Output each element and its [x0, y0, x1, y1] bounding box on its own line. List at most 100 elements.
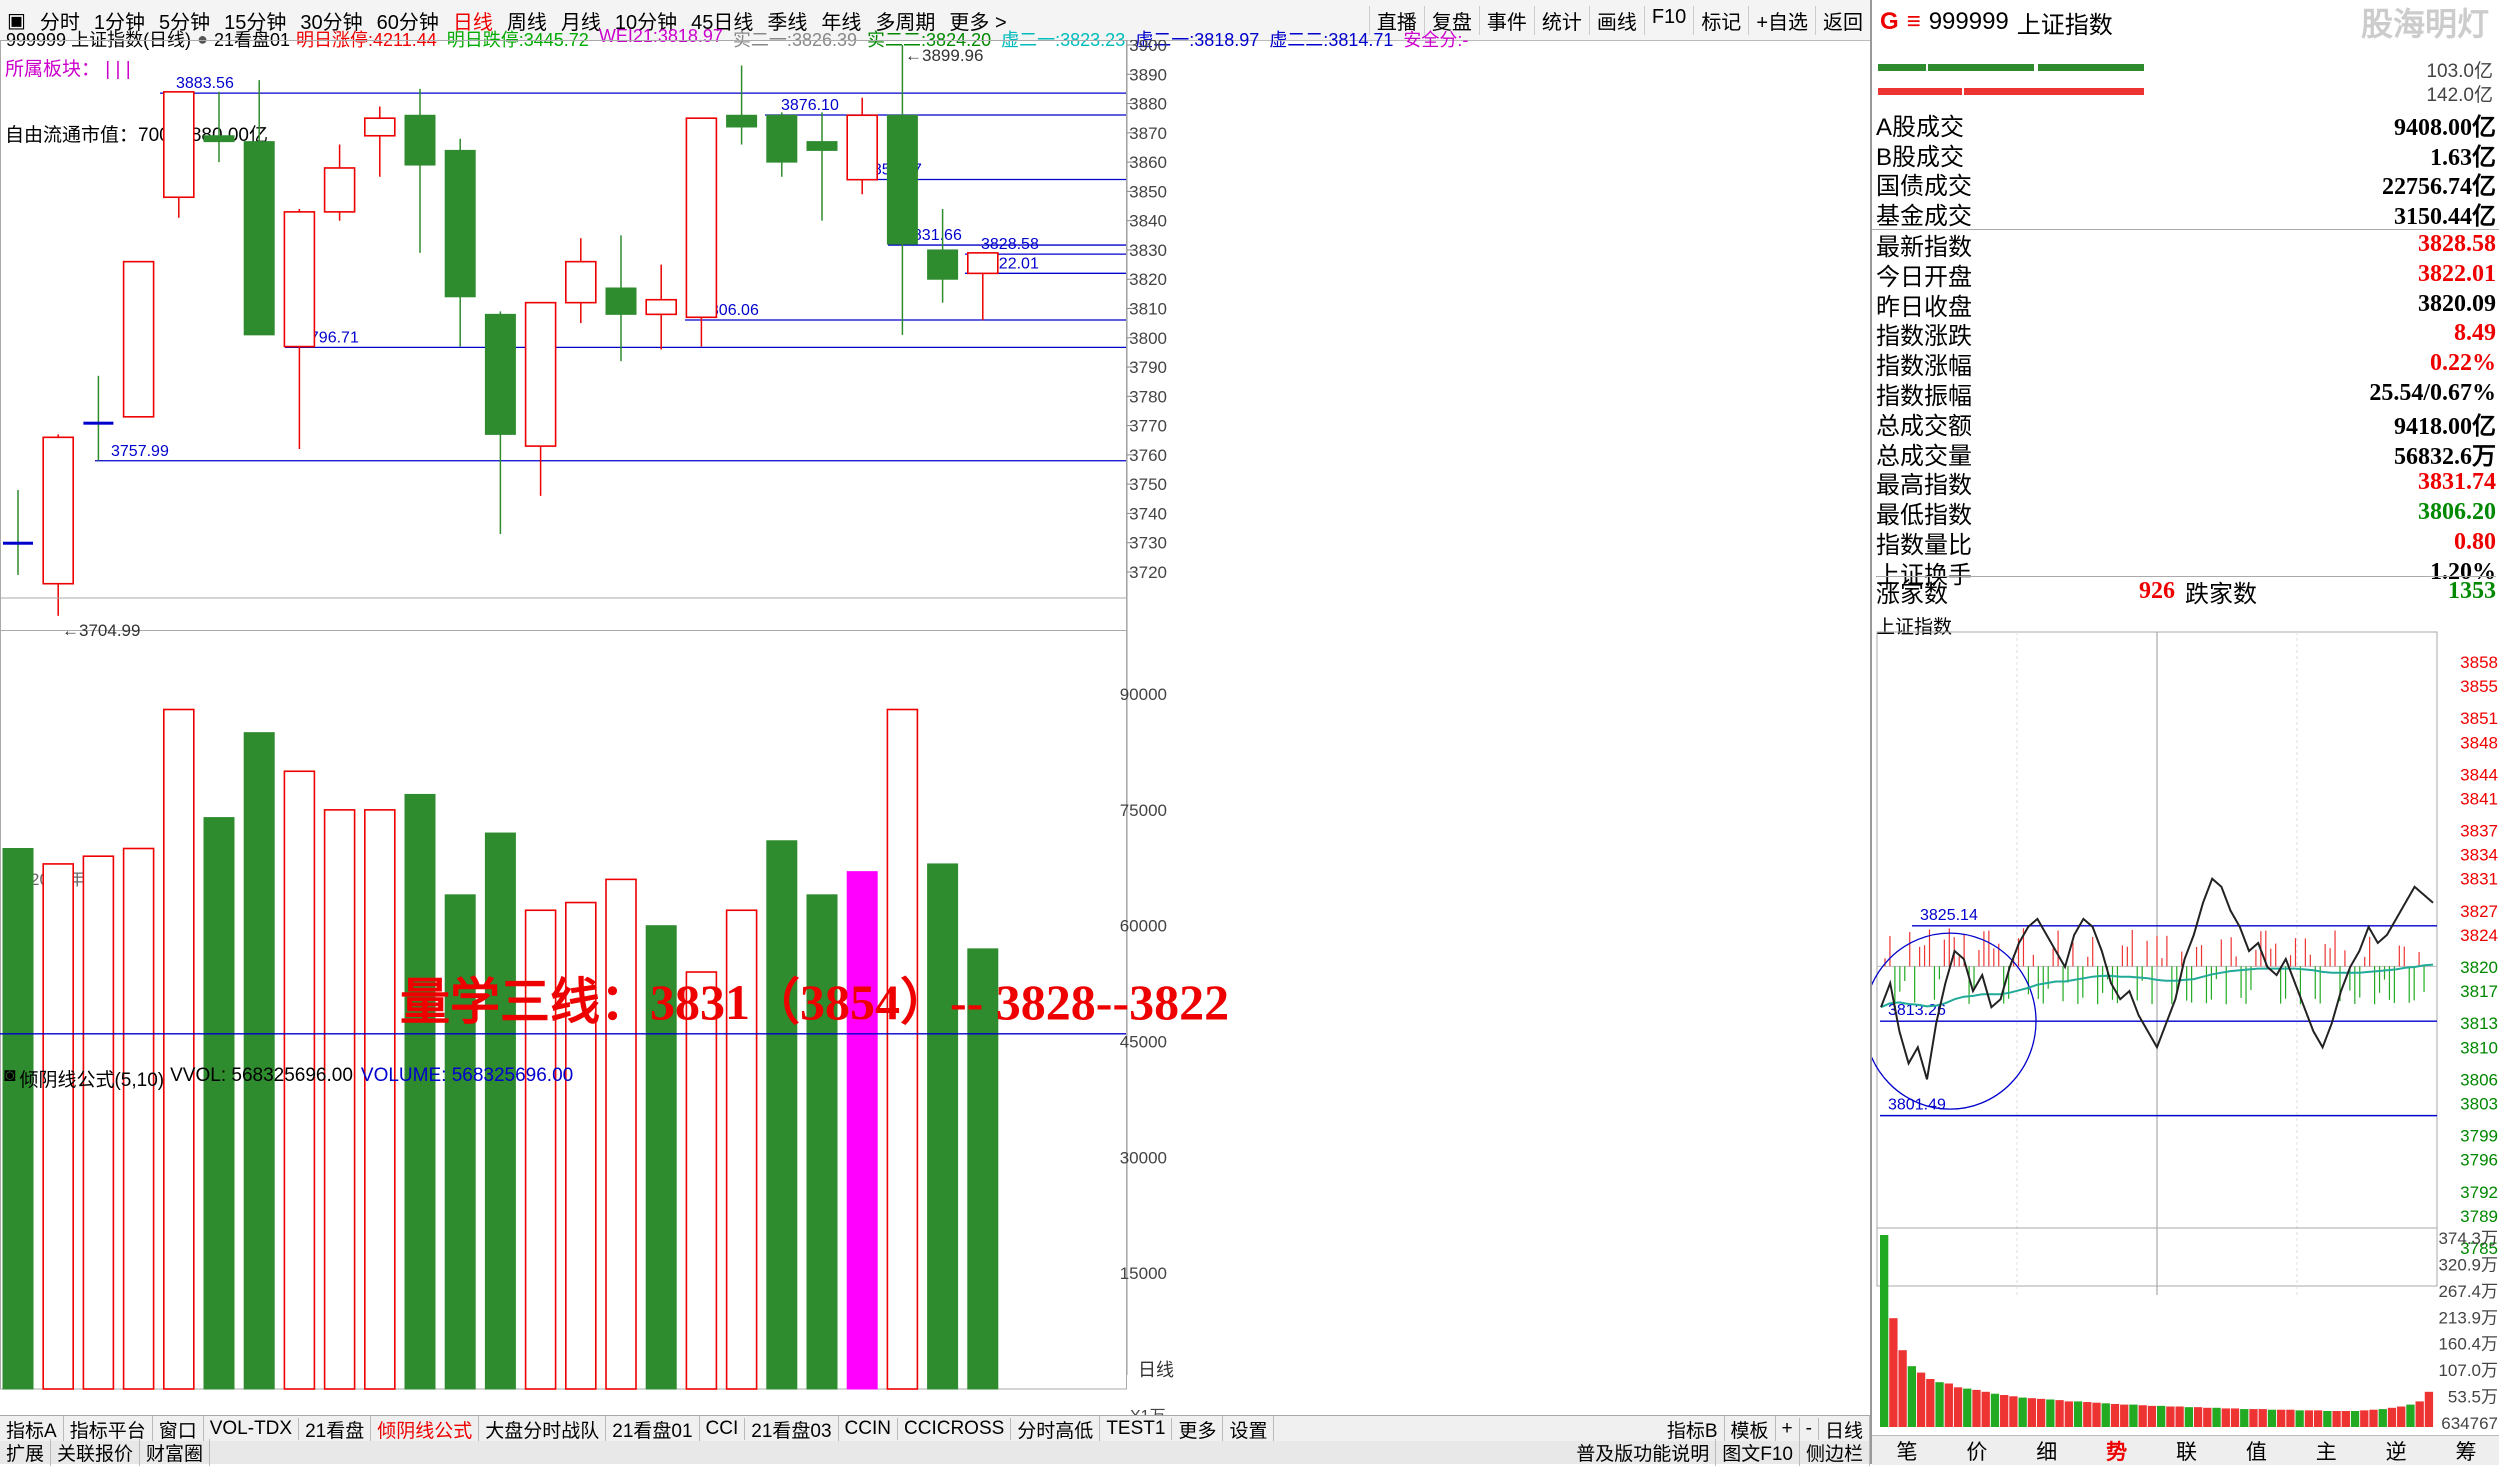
intraday-vol-bar-7: [1944, 1383, 1953, 1427]
extension-right-tab-2[interactable]: 侧边栏: [1800, 1439, 1870, 1466]
candle-16: [645, 264, 678, 350]
intraday-vol-bar-44: [2286, 1409, 2295, 1427]
intraday-axis-label: 3837: [2460, 822, 2498, 841]
quote-row-a-1: B股成交 1.63亿: [1876, 140, 2496, 171]
indicator-tab-8[interactable]: CCI: [700, 1418, 746, 1440]
candle-15: [605, 235, 637, 362]
vol-menu-icon[interactable]: ◙: [4, 1065, 15, 1092]
candle-18: [726, 65, 758, 145]
intraday-vol-axis-label: 320.9万: [2438, 1255, 2498, 1274]
indicator-tab-11[interactable]: CCICROSS: [898, 1418, 1012, 1440]
volume-bar-5: [203, 817, 235, 1390]
indicator-tab-13[interactable]: TEST1: [1100, 1418, 1173, 1440]
candle-1: [42, 434, 75, 616]
quote-tab-6[interactable]: 主: [2316, 1436, 2337, 1466]
intraday-vol-bar-54: [2378, 1409, 2387, 1427]
indicator-tab-7[interactable]: 21看盘01: [606, 1415, 700, 1443]
top-value-1: 103.0亿: [2426, 61, 2493, 82]
intraday-vol-bar-27: [2129, 1404, 2138, 1427]
intraday-vol-bar-35: [2203, 1407, 2212, 1427]
rise-fall-row: 涨家数 926 跌家数 1353: [1876, 576, 2496, 608]
volume-bar-2: [82, 855, 115, 1390]
vvol-value: VVOL: 568325696.00: [170, 1065, 353, 1086]
intraday-vol-bar-6: [1935, 1382, 1944, 1427]
indicator-tab-3[interactable]: VOL-TDX: [204, 1418, 300, 1440]
overlay-annotation: 量学三线：3831（3854）-- 3828--3822: [400, 974, 1230, 1030]
intraday-axis-label: 3813: [2460, 1014, 2498, 1033]
quote-tab-8[interactable]: 筹: [2455, 1436, 2476, 1466]
intraday-vol-bar-26: [2120, 1404, 2129, 1427]
quote-row-b-3: 指数涨跌 8.49: [1876, 319, 2496, 350]
quote-row-b-2: 昨日收盘 3820.09: [1876, 290, 2496, 321]
g-icon[interactable]: G: [1880, 8, 1899, 36]
intraday-vol-bar-5: [1926, 1379, 1935, 1427]
intraday-axis-label: 3820: [2460, 958, 2498, 977]
intraday-chart[interactable]: 3858 3855 3851 3848 3844 3841 3837 3834 3831 3827…: [1872, 630, 2499, 1435]
intraday-vol-bar-16: [2027, 1398, 2037, 1427]
intraday-vol-bar-11: [1981, 1391, 1990, 1427]
volume-bar-19: [766, 840, 798, 1390]
quote-row-a-3: 基金成交 3150.44亿: [1876, 199, 2496, 230]
menu-icon[interactable]: ≡: [1907, 8, 1921, 36]
candle-12: [484, 311, 516, 534]
candle-body: [524, 301, 557, 447]
indicator-tab-6[interactable]: 大盘分时战队: [479, 1415, 607, 1443]
quote-row-b-10: 指数量比 0.80: [1876, 528, 2496, 559]
main-chart-area[interactable]: 3900 3890 3880 3870 3860 3850 3840 3830 3820 3810…: [0, 40, 1870, 1415]
extension-tab-2[interactable]: 财富圈: [140, 1439, 211, 1466]
intraday-vol-bar-28: [2138, 1405, 2147, 1427]
indicator-right-tab-3[interactable]: -: [1800, 1418, 1819, 1440]
candle-body: [766, 114, 798, 163]
indicator-tab-15[interactable]: 设置: [1223, 1415, 1275, 1443]
quote-tab-2[interactable]: 细: [2036, 1436, 2057, 1466]
intraday-vol-bar-58: [2415, 1401, 2424, 1427]
indicator-tab-14[interactable]: 更多: [1172, 1415, 1224, 1443]
quote-tab-5[interactable]: 值: [2246, 1436, 2267, 1466]
candle-2: [83, 375, 114, 461]
indicator-tab-12[interactable]: 分时高低: [1011, 1415, 1101, 1443]
candle-body: [203, 135, 235, 143]
intraday-axis-label: 3824: [2460, 926, 2498, 945]
price-axis-label: 3900: [1129, 40, 1167, 55]
intraday-vol-bar-18: [2046, 1399, 2055, 1427]
quote-tab-7[interactable]: 逆: [2386, 1436, 2407, 1466]
intraday-vol-bar-36: [2212, 1407, 2221, 1427]
indicator-tab-4[interactable]: 21看盘: [299, 1415, 372, 1443]
indicator-right-tab-2[interactable]: +: [1776, 1418, 1800, 1440]
extreme-annotation: ←3704.99: [62, 621, 140, 640]
intraday-vol-bar-51: [2350, 1411, 2360, 1427]
intraday-axis-label: 3855: [2460, 677, 2498, 696]
candle-4: [163, 91, 195, 218]
extension-right-tab-1[interactable]: 图文F10: [1716, 1439, 1800, 1466]
intraday-axis-label: 3817: [2460, 982, 2498, 1001]
extension-right-tab-0[interactable]: 普及版功能说明: [1570, 1439, 1717, 1466]
extension-tab-1[interactable]: 关联报价: [51, 1439, 141, 1466]
candle-body: [122, 260, 155, 418]
indicator-tab-9[interactable]: 21看盘03: [745, 1415, 839, 1443]
candle-body: [42, 436, 75, 585]
quote-row-b-4: 指数涨幅 0.22%: [1876, 349, 2496, 380]
quote-tab-4[interactable]: 联: [2176, 1436, 2197, 1466]
fall-value: 1353: [2448, 578, 2496, 604]
quote-tab-1[interactable]: 价: [1966, 1436, 1987, 1466]
extension-bar: 扩展 关联报价 财富圈 普及版功能说明 图文F10 侧边栏: [0, 1439, 1870, 1466]
bar-b2: [1964, 88, 2144, 95]
volume-bar-0: [2, 847, 34, 1390]
intraday-axis-label: 3799: [2460, 1127, 2498, 1146]
candle-13: [524, 301, 557, 496]
extension-tab-0[interactable]: 扩展: [0, 1439, 52, 1466]
vol-formula-title[interactable]: 倾阴线公式(5,10): [19, 1065, 164, 1092]
volume-panel-header: ◙ 倾阴线公式(5,10) VVOL: 568325696.00 VOLUME:…: [4, 1065, 573, 1092]
indicator-tab-10[interactable]: CCIN: [839, 1418, 898, 1440]
volume-bar-17: [685, 971, 718, 1390]
volume-unit-label: X1万: [1130, 1408, 1166, 1415]
indicator-tab-5[interactable]: 倾阴线公式: [371, 1415, 480, 1443]
candle-21: [846, 97, 879, 195]
quote-tab-3[interactable]: 势: [2106, 1436, 2127, 1466]
intraday-vol-bar-39: [2240, 1409, 2249, 1427]
intraday-vol-axis-label: 107.0万: [2438, 1361, 2498, 1380]
quote-value: 3806.20: [2418, 499, 2496, 526]
intraday-vol-bar-3: [1907, 1366, 1917, 1427]
quote-tab-0[interactable]: 笔: [1896, 1436, 1917, 1466]
intraday-vol-bar-56: [2397, 1406, 2406, 1427]
